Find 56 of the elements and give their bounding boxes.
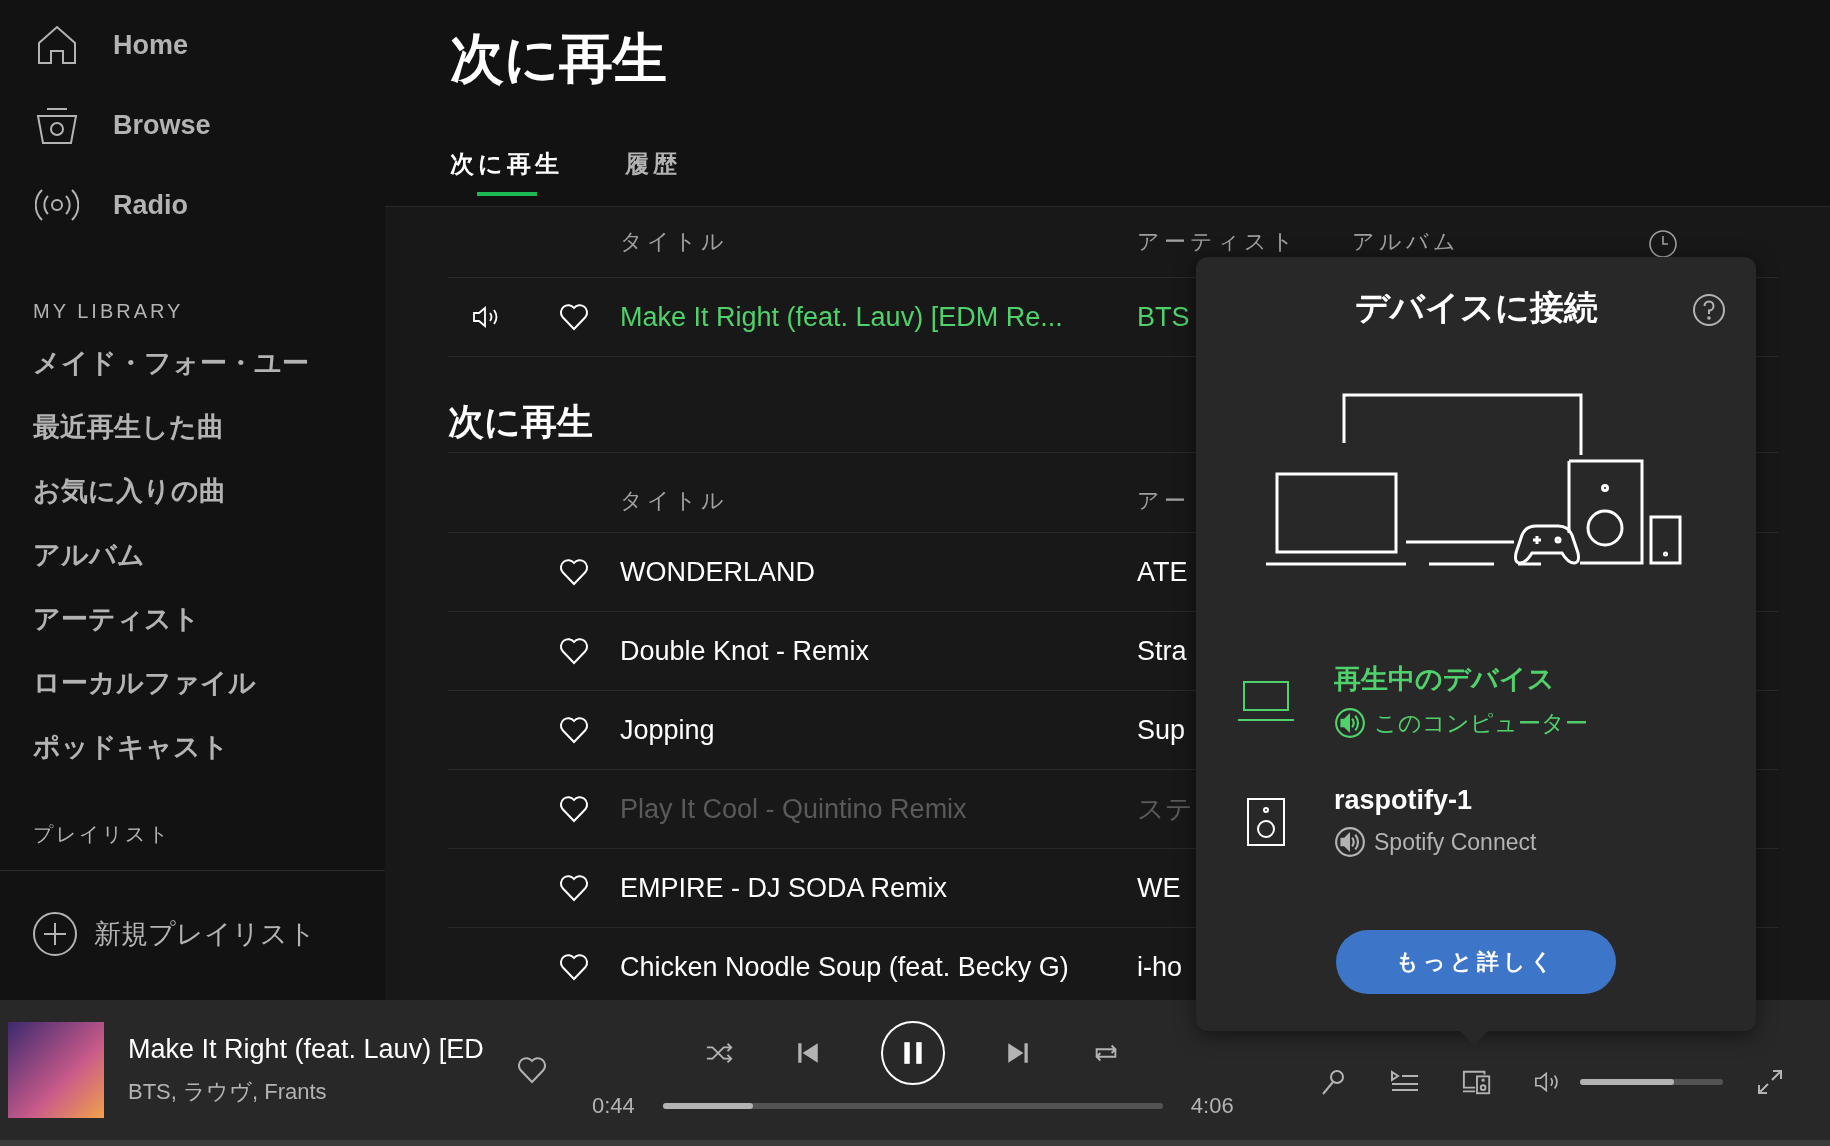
column-header[interactable]: タイトル — [620, 486, 1137, 516]
elapsed-time: 0:44 — [592, 1093, 635, 1119]
library-link[interactable]: メイド・フォー・ユー — [33, 339, 385, 387]
heart-icon[interactable] — [517, 1056, 547, 1084]
library-link[interactable]: 最近再生した曲 — [33, 403, 385, 451]
volume-slider[interactable] — [1579, 1079, 1723, 1085]
home-icon — [35, 23, 79, 67]
track-artists[interactable]: BTS, ラウヴ, Frants — [128, 1076, 513, 1107]
device-type: Spotify Connect — [1374, 828, 1537, 856]
help-icon[interactable] — [1692, 293, 1726, 327]
column-header[interactable]: アーティスト — [1137, 227, 1352, 257]
popup-title: デバイスに接続 — [1354, 287, 1598, 328]
track-artist: WE — [1137, 872, 1181, 904]
device-name[interactable]: 再生中のデバイス — [1334, 661, 1588, 697]
track-artist: i-ho — [1137, 951, 1183, 983]
learn-more-button[interactable]: もっと詳しく — [1336, 930, 1616, 994]
progress-bar[interactable] — [662, 1103, 1163, 1109]
nav-link[interactable]: Browse — [35, 102, 385, 148]
device-name[interactable]: raspotify-1 — [1334, 785, 1537, 816]
track-artist: Stra — [1137, 635, 1187, 667]
pause-icon — [901, 1040, 924, 1066]
plus-icon — [32, 911, 78, 957]
page-title: 次に再生 — [450, 27, 668, 90]
column-header[interactable]: タイトル — [620, 227, 1137, 257]
nav-link[interactable]: Home — [35, 22, 385, 68]
library-link[interactable]: お気に入りの曲 — [33, 467, 385, 515]
device-type: このコンピューター — [1374, 708, 1588, 738]
track-title: WONDERLAND — [620, 556, 816, 588]
track-title[interactable]: Make It Right (feat. Lauv) [ED — [128, 1033, 513, 1065]
speaker-icon — [1334, 707, 1366, 739]
shuffle-icon[interactable] — [704, 1040, 735, 1066]
library-link[interactable]: アーティスト — [33, 595, 385, 643]
track-title: Jopping — [620, 714, 716, 746]
section-heading: MY LIBRARY — [33, 300, 185, 323]
track-title: EMPIRE - DJ SODA Remix — [620, 872, 949, 904]
speaker-icon — [1334, 826, 1366, 858]
track-artist: ATE — [1137, 556, 1188, 588]
duration-time: 4:06 — [1190, 1093, 1234, 1119]
library-link[interactable]: アルバム — [33, 531, 385, 579]
track-title: Double Knot - Remix — [620, 635, 871, 667]
track-artist: Sup — [1137, 714, 1186, 746]
pause-button[interactable] — [880, 1021, 945, 1085]
new-playlist-button[interactable]: 新規プレイリスト — [32, 911, 385, 957]
track-title: Play It Cool - Quintino Remix — [620, 793, 968, 825]
library-link[interactable]: ポッドキャスト — [33, 723, 385, 771]
library-link[interactable]: ローカルファイル — [33, 659, 385, 707]
nav-link[interactable]: Radio — [35, 182, 385, 228]
track-title: Chicken Noodle Soup (feat. Becky G) — [620, 951, 1070, 983]
column-header[interactable]: アルバム — [1352, 227, 1460, 257]
tab[interactable]: 履歴 — [625, 148, 681, 184]
devices-icon[interactable] — [1461, 1068, 1492, 1096]
track-title: Make It Right (feat. Lauv) [EDM Re... — [620, 301, 1064, 333]
track-artist: ステ — [1137, 793, 1193, 826]
clock-icon — [1648, 229, 1678, 259]
track-artist: BTS — [1137, 301, 1190, 333]
section-heading: プレイリスト — [33, 822, 172, 847]
